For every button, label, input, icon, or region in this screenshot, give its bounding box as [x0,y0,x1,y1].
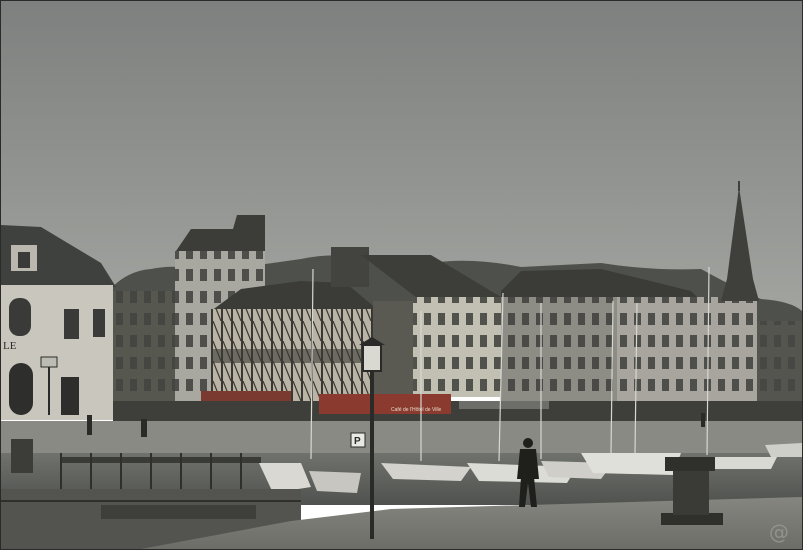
upper-quay [1,421,802,457]
harbor-photo: LE Café de l'Hôtel de Ville P @ [1,1,802,549]
building-sign-fragment: LE [3,340,17,352]
photo-frame: LE Café de l'Hôtel de Ville P @ [0,0,803,550]
parking-sign: P [350,432,366,448]
parking-sign-text: P [354,436,361,447]
restaurant-awning-text: Café de l'Hôtel de Ville [391,407,442,413]
watermark: @ [769,520,789,544]
